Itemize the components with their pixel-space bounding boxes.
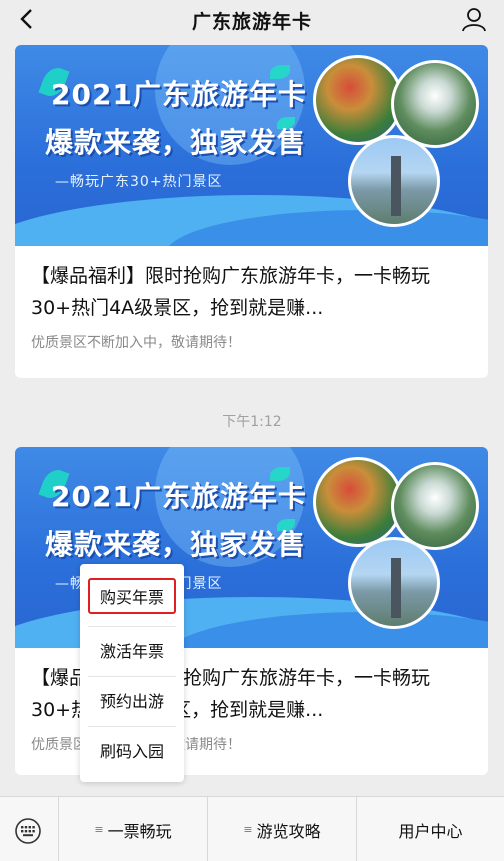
menu-item-scan-entry[interactable]: 刷码入园 [88,730,176,770]
article-title: 【爆品福利】限时抢购广东旅游年卡，一卡畅玩30+热门4A级景区，抢到就是赚... [31,265,431,319]
menu-item-book-trip[interactable]: 预约出游 [88,680,176,720]
keyboard-icon[interactable] [14,817,42,845]
scenic-photo [391,60,479,148]
bottom-menu-user-center[interactable]: 用户中心 [357,797,504,861]
scenic-photo [348,135,440,227]
menu-list-icon: ≡ [94,823,104,836]
bottom-menu-label: 游览攻略 [256,821,321,841]
menu-item-activate-annual-ticket[interactable]: 激活年票 [88,630,176,670]
page-title: 广东旅游年卡 [191,10,312,33]
scenic-photo [313,457,403,547]
banner-subline: —畅玩广东30+热门景区 [55,174,223,190]
article-card[interactable]: 2021广东旅游年卡 爆款来袭，独家发售 —畅玩广东30+热门景区 【爆品福利】… [15,45,488,378]
menu-list-icon: ≡ [243,823,253,836]
bottom-menu-label: 用户中心 [398,821,463,841]
banner-headline-secondary: 爆款来袭，独家发售 [45,126,307,159]
banner-headline: 2021广东旅游年卡 [51,78,307,111]
bottom-menu-travel-guide[interactable]: ≡ 游览攻略 [208,797,356,861]
article-banner-image: 2021广东旅游年卡 爆款来袭，独家发售 —畅玩广东30+热门景区 [15,45,488,246]
user-icon[interactable] [460,4,488,34]
banner-headline: 2021广东旅游年卡 [51,480,307,513]
scenic-photo [391,462,479,550]
back-arrow-icon[interactable] [14,6,38,32]
menu-item-buy-annual-ticket[interactable]: 购买年票 [88,578,176,614]
scenic-photo [313,55,403,145]
bottom-menu-bar: ≡ 一票畅玩 ≡ 游览攻略 用户中心 [0,796,504,861]
bottom-menu-one-ticket[interactable]: ≡ 一票畅玩 [59,797,207,861]
message-timestamp: 下午1:12 [222,414,282,430]
top-navigation-bar: 广东旅游年卡 [0,0,504,40]
article-description: 优质景区不断加入中，敬请期待！ [31,335,241,351]
submenu-popup: 购买年票 激活年票 预约出游 刷码入园 [80,564,184,782]
scenic-photo [348,537,440,629]
bottom-menu-label: 一票畅玩 [107,821,172,841]
banner-headline-secondary: 爆款来袭，独家发售 [45,528,307,561]
